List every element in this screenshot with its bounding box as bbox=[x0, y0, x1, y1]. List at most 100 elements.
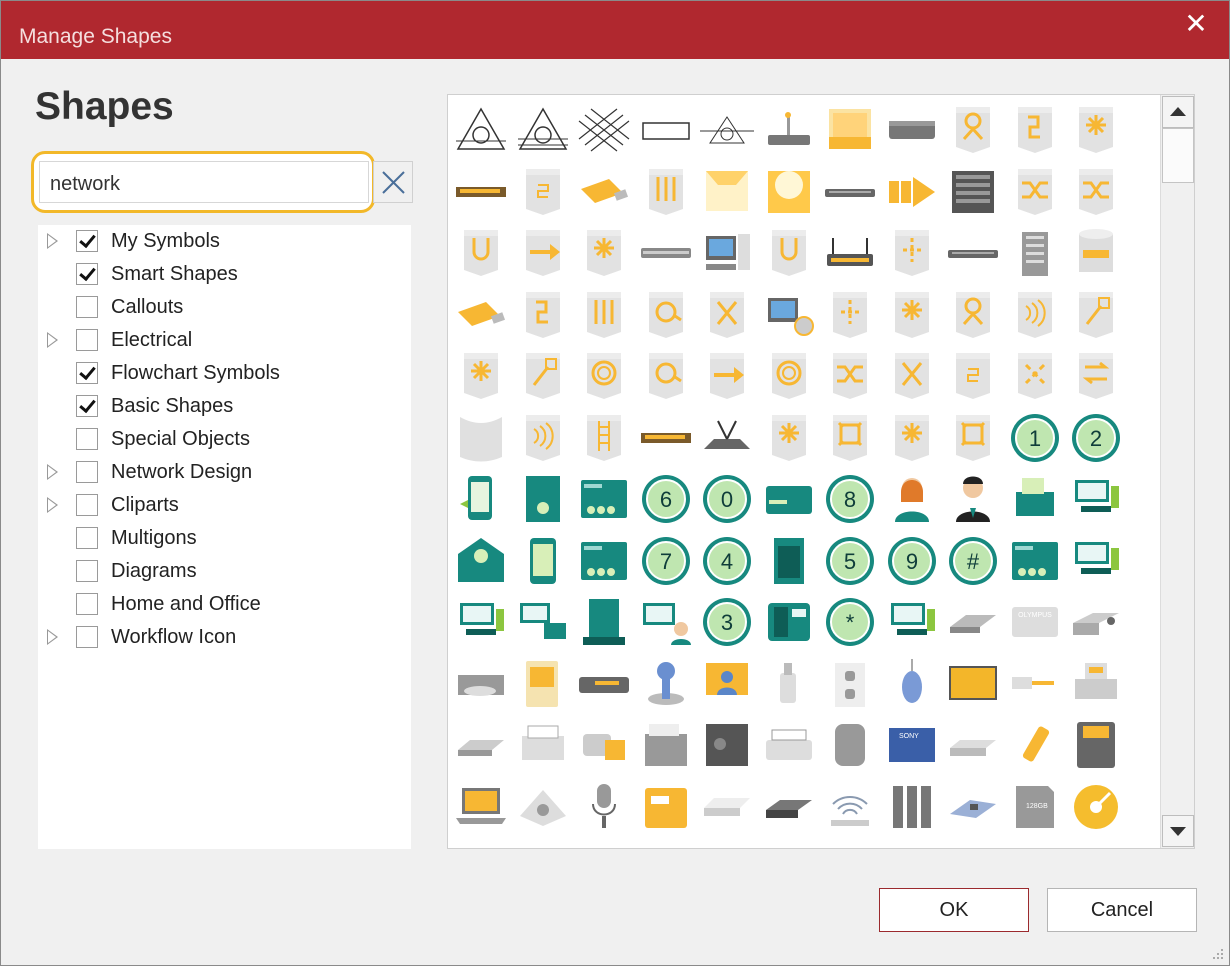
partial-i-icon[interactable] bbox=[944, 839, 1002, 848]
router-wifi-icon[interactable] bbox=[698, 409, 756, 467]
tower-building-icon[interactable] bbox=[575, 593, 633, 651]
fax-icon[interactable] bbox=[1006, 470, 1064, 528]
category-checkbox[interactable] bbox=[76, 428, 98, 450]
wall-socket-icon[interactable] bbox=[821, 655, 879, 713]
triangle-circle-icon[interactable] bbox=[452, 101, 510, 159]
usb-stick-icon[interactable] bbox=[452, 286, 510, 344]
satellite-icon[interactable] bbox=[944, 778, 1002, 836]
partial-a-icon[interactable] bbox=[452, 839, 510, 848]
tag-shuffle2-icon[interactable] bbox=[1067, 163, 1125, 221]
tag-pen-icon[interactable] bbox=[514, 347, 572, 405]
tag-x-icon[interactable] bbox=[883, 347, 941, 405]
monitor-man-icon[interactable] bbox=[698, 655, 756, 713]
num-3-icon[interactable]: 3 bbox=[698, 593, 756, 651]
category-checkbox[interactable] bbox=[76, 494, 98, 516]
action-panel-icon[interactable] bbox=[575, 470, 633, 528]
scroll-thumb[interactable] bbox=[1162, 128, 1194, 183]
crosshatch-icon[interactable] bbox=[575, 101, 633, 159]
building-icon[interactable] bbox=[1006, 224, 1064, 282]
partial-f-icon[interactable] bbox=[760, 839, 818, 848]
tag-u-icon[interactable] bbox=[760, 224, 818, 282]
tag-arrow-icon[interactable] bbox=[698, 347, 756, 405]
category-checkbox[interactable] bbox=[76, 560, 98, 582]
joystick-icon[interactable] bbox=[637, 655, 695, 713]
tag-wave-icon[interactable] bbox=[1006, 286, 1064, 344]
pc-icon[interactable] bbox=[452, 593, 510, 651]
pda-icon[interactable] bbox=[514, 655, 572, 713]
disc-drive-icon[interactable] bbox=[452, 655, 510, 713]
cable-icon[interactable] bbox=[1006, 655, 1064, 713]
switch-flat-icon[interactable] bbox=[821, 163, 879, 221]
tag-wave-icon[interactable] bbox=[514, 409, 572, 467]
tag-bars-icon[interactable] bbox=[575, 286, 633, 344]
ok-button[interactable]: OK bbox=[879, 888, 1029, 932]
tag-zigzag-icon[interactable] bbox=[1006, 101, 1064, 159]
sd-card-icon[interactable]: 128GB bbox=[1006, 778, 1064, 836]
category-checkbox[interactable] bbox=[76, 230, 98, 252]
mobile-arrow-icon[interactable] bbox=[452, 470, 510, 528]
pc-mail-icon[interactable] bbox=[514, 593, 572, 651]
network-pc-icon[interactable] bbox=[1067, 532, 1125, 590]
man-icon[interactable] bbox=[944, 470, 1002, 528]
category-checkbox[interactable] bbox=[76, 395, 98, 417]
database-icon[interactable] bbox=[1067, 224, 1125, 282]
phone-icon[interactable] bbox=[760, 593, 818, 651]
tag-pen-icon[interactable] bbox=[1067, 286, 1125, 344]
tag-star-bars-icon[interactable] bbox=[452, 347, 510, 405]
num-hash-icon[interactable]: # bbox=[944, 532, 1002, 590]
computer-disc-icon[interactable] bbox=[760, 286, 818, 344]
tag-s-icon[interactable] bbox=[944, 347, 1002, 405]
category-checkbox[interactable] bbox=[76, 461, 98, 483]
switch-long-icon[interactable] bbox=[637, 224, 695, 282]
pc-icon[interactable] bbox=[883, 593, 941, 651]
tree-item[interactable]: Cliparts bbox=[38, 489, 411, 522]
num-5-icon[interactable]: 5 bbox=[821, 532, 879, 590]
tray-icon[interactable] bbox=[821, 101, 879, 159]
resize-grip-icon[interactable] bbox=[1213, 949, 1225, 961]
triangle-arrow-icon[interactable] bbox=[698, 101, 756, 159]
tag-circle-icon[interactable] bbox=[760, 347, 818, 405]
search-input[interactable] bbox=[39, 161, 369, 203]
microphone-icon[interactable] bbox=[575, 778, 633, 836]
typewriter-icon[interactable] bbox=[760, 716, 818, 774]
action-panel-icon[interactable] bbox=[575, 532, 633, 590]
cancel-button[interactable]: Cancel bbox=[1047, 888, 1197, 932]
scanner-icon[interactable] bbox=[944, 716, 1002, 774]
close-icon[interactable]: ✕ bbox=[1181, 9, 1211, 39]
tree-item[interactable]: Multigons bbox=[38, 522, 411, 555]
num-4-icon[interactable]: 4 bbox=[698, 532, 756, 590]
tree-item[interactable]: Network Design bbox=[38, 456, 411, 489]
hub-icon[interactable] bbox=[452, 163, 510, 221]
tree-item[interactable]: Basic Shapes bbox=[38, 390, 411, 423]
camcorder-icon[interactable] bbox=[575, 716, 633, 774]
tree-item[interactable]: Smart Shapes bbox=[38, 258, 411, 291]
mobile-icon[interactable] bbox=[514, 532, 572, 590]
expand-arrow-icon[interactable] bbox=[47, 497, 58, 513]
category-checkbox[interactable] bbox=[76, 626, 98, 648]
tag-loop-icon[interactable] bbox=[637, 347, 695, 405]
tree-item[interactable]: My Symbols bbox=[38, 225, 411, 258]
tag-loop-icon[interactable] bbox=[637, 286, 695, 344]
category-checkbox[interactable] bbox=[76, 527, 98, 549]
pc-man-icon[interactable] bbox=[637, 593, 695, 651]
box-glow-icon[interactable] bbox=[760, 163, 818, 221]
laptop-icon[interactable] bbox=[452, 778, 510, 836]
tag-dash-icon[interactable] bbox=[883, 224, 941, 282]
category-checkbox[interactable] bbox=[76, 593, 98, 615]
expand-arrow-icon[interactable] bbox=[47, 464, 58, 480]
network-pc-icon[interactable] bbox=[1067, 470, 1125, 528]
num-0-icon[interactable]: 0 bbox=[698, 470, 756, 528]
switch-flat-icon[interactable] bbox=[944, 224, 1002, 282]
conference-phone-icon[interactable] bbox=[514, 778, 572, 836]
arrow-bars-icon[interactable] bbox=[883, 163, 941, 221]
tablet-icon[interactable] bbox=[514, 470, 572, 528]
partial-e-icon[interactable] bbox=[698, 839, 756, 848]
woman-icon[interactable] bbox=[883, 470, 941, 528]
hub-icon[interactable] bbox=[637, 409, 695, 467]
card-device-icon[interactable]: SONY bbox=[883, 716, 941, 774]
cd-disc-icon[interactable] bbox=[1067, 778, 1125, 836]
tag-blank-icon[interactable] bbox=[452, 409, 510, 467]
num-2-icon[interactable]: 2 bbox=[1067, 409, 1125, 467]
partial-b-icon[interactable] bbox=[514, 839, 572, 848]
partial-h-icon[interactable] bbox=[883, 839, 941, 848]
